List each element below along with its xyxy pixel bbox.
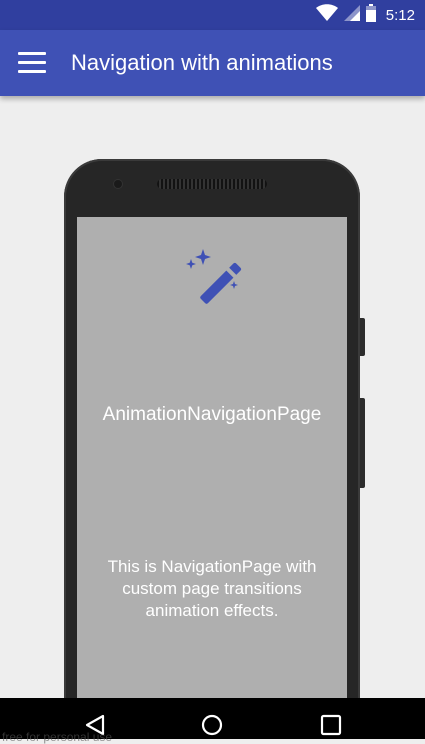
page-title: AnimationNavigationPage xyxy=(102,404,322,425)
phone-speaker xyxy=(157,179,267,189)
status-time: 5:12 xyxy=(385,6,415,24)
app-title: Navigation with animations xyxy=(71,50,333,75)
signal-icon xyxy=(343,4,360,26)
magic-wand-icon xyxy=(183,245,243,305)
phone-side-button xyxy=(360,398,365,488)
navigation-bar xyxy=(0,698,425,739)
phone-camera xyxy=(114,180,122,188)
home-icon[interactable] xyxy=(201,714,223,736)
recents-icon[interactable] xyxy=(320,714,342,736)
wifi-icon xyxy=(315,3,338,27)
hamburger-menu-icon[interactable] xyxy=(18,52,48,74)
page-description: This is NavigationPage with custom page … xyxy=(107,557,317,620)
status-icons: 5:12 xyxy=(315,0,415,30)
phone-side-button xyxy=(360,318,365,356)
battery-icon xyxy=(365,3,376,27)
status-bar: 5:12 xyxy=(0,0,425,30)
app-bar: Navigation with animations xyxy=(0,30,425,96)
phone-screen: AnimationNavigationPage This is Navigati… xyxy=(77,217,347,739)
back-icon[interactable] xyxy=(84,714,106,736)
